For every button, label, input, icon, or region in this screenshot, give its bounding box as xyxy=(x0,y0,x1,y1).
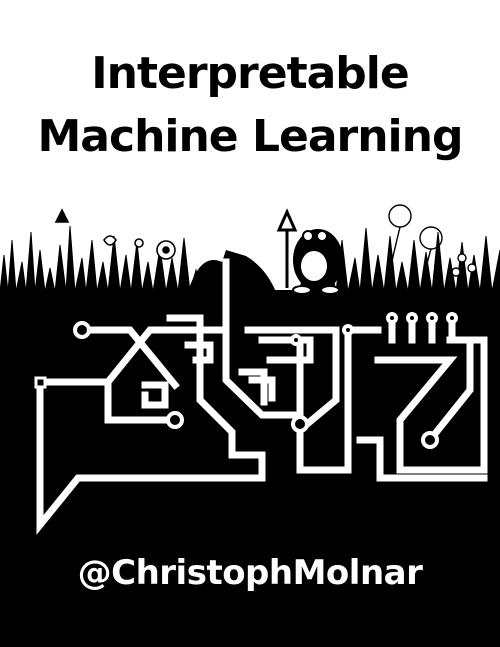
dirt-mound xyxy=(188,250,276,292)
author-handle: @ChristophMolnar xyxy=(77,553,423,593)
title-line-1: Interpretable xyxy=(91,48,409,99)
shovel-icon xyxy=(276,208,298,288)
title-line-2: Machine Learning xyxy=(37,111,464,162)
circuit-pad-icon xyxy=(34,376,47,389)
book-cover: Interpretable Machine Learning @Christop… xyxy=(0,0,500,647)
